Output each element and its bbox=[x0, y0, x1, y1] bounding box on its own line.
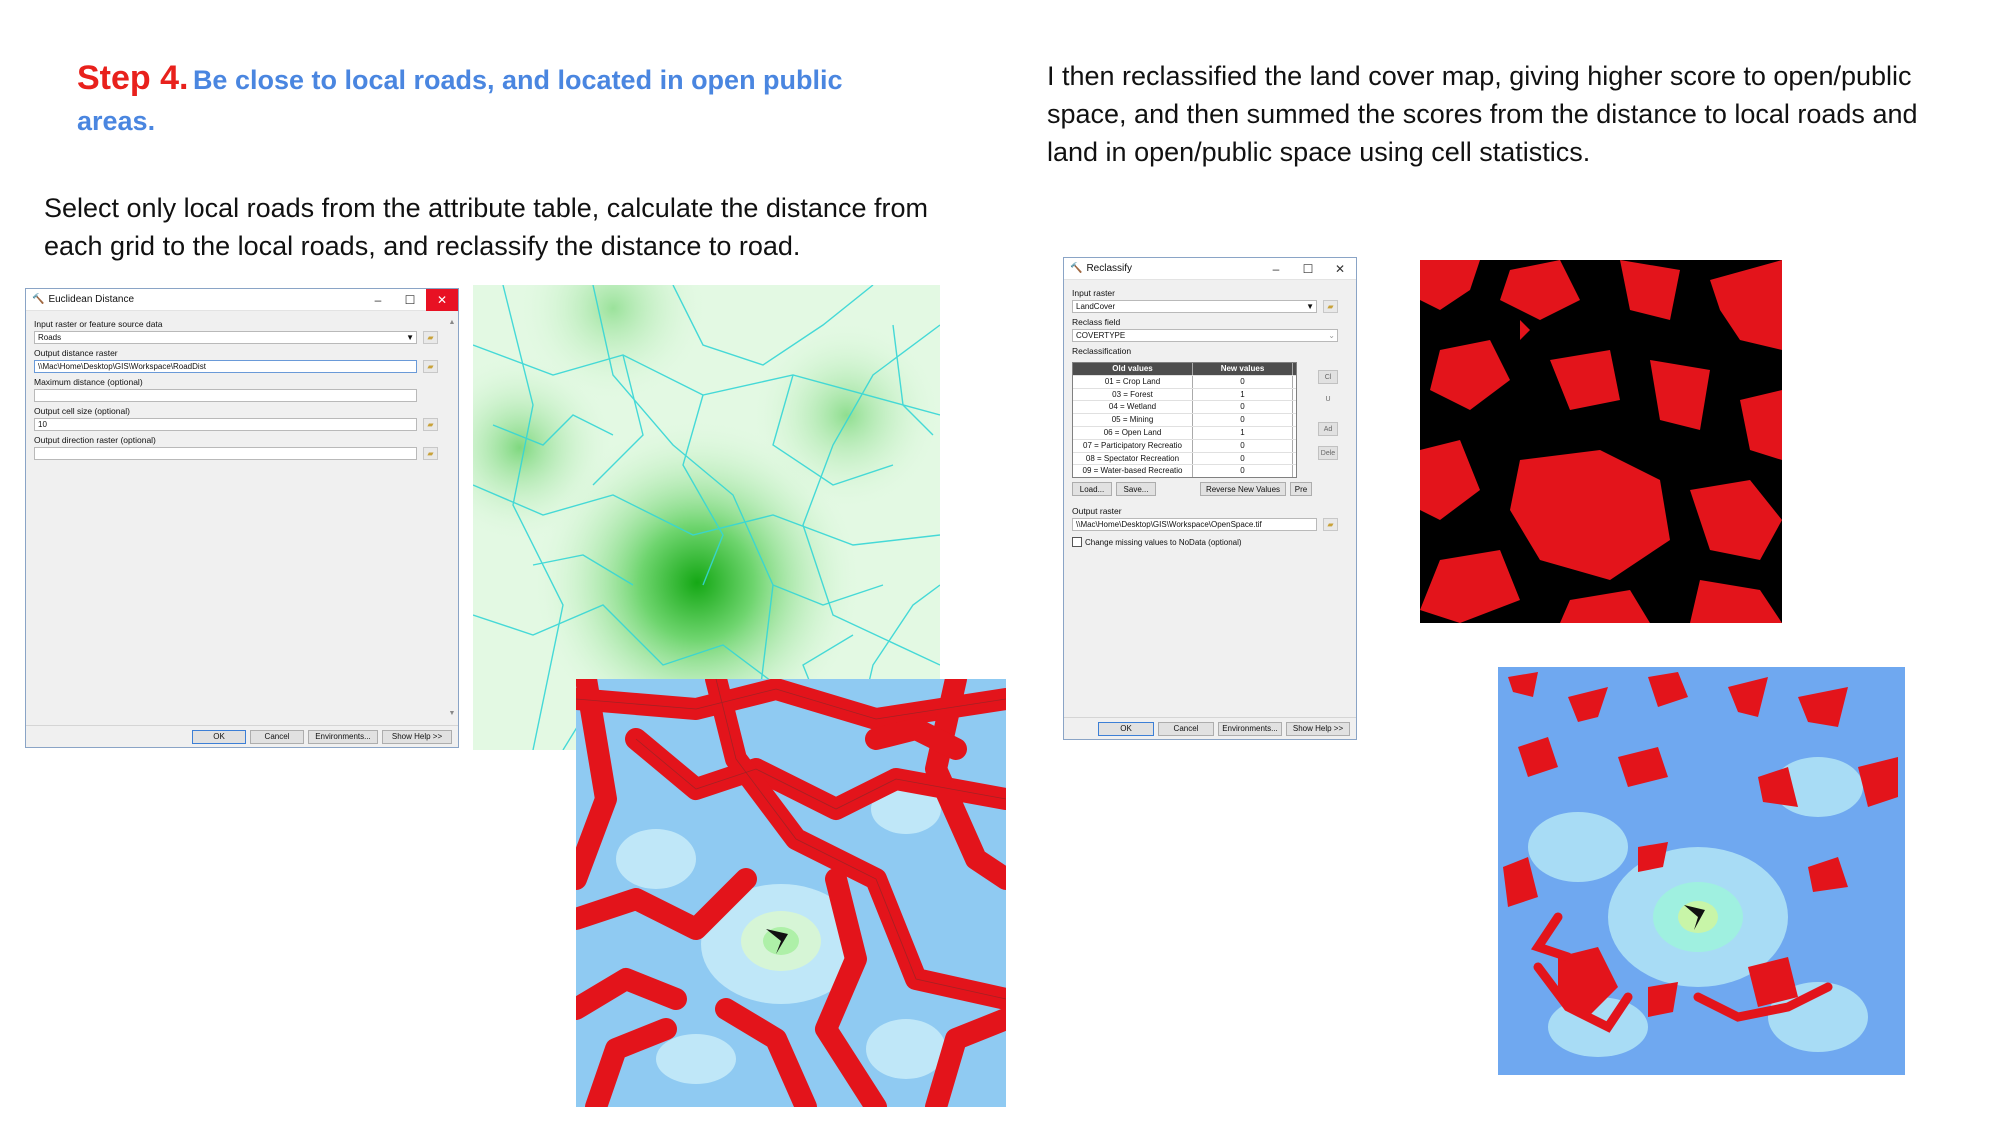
field-label-output: Output distance raster bbox=[34, 348, 118, 358]
step-number: Step 4. bbox=[77, 59, 189, 97]
field-label-direction: Output direction raster (optional) bbox=[34, 435, 156, 445]
dialog-title: 🔨 Reclassify bbox=[1070, 263, 1133, 274]
dialog-footer: OK Cancel Environments... Show Help >> bbox=[1064, 717, 1356, 739]
field-label-max-distance: Maximum distance (optional) bbox=[34, 377, 143, 387]
max-distance-input[interactable] bbox=[34, 389, 417, 402]
folder-icon[interactable]: ▰ bbox=[423, 360, 438, 373]
reclassification-label: Reclassification bbox=[1072, 346, 1132, 356]
folder-icon[interactable]: ▰ bbox=[423, 418, 438, 431]
folder-icon[interactable]: ▰ bbox=[1323, 300, 1338, 313]
ok-button[interactable]: OK bbox=[1098, 721, 1154, 736]
field-label-cell-size: Output cell size (optional) bbox=[34, 406, 130, 416]
dialog-body: Input raster or feature source data Road… bbox=[26, 311, 446, 464]
unique-button[interactable]: U bbox=[1318, 392, 1338, 406]
nodata-checkbox[interactable] bbox=[1072, 537, 1082, 547]
table-row[interactable]: 09 = Water-based Recreatio 0 bbox=[1073, 464, 1296, 478]
table-header: Old values New values bbox=[1073, 363, 1296, 375]
left-paragraph: Select only local roads from the attribu… bbox=[44, 193, 928, 261]
input-raster-label: Input raster bbox=[1072, 288, 1115, 298]
reclass-field-label: Reclass field bbox=[1072, 317, 1121, 327]
precision-button[interactable]: Pre bbox=[1290, 482, 1312, 496]
table-row[interactable]: 07 = Participatory Recreatio 0 bbox=[1073, 438, 1296, 452]
save-button[interactable]: Save... bbox=[1116, 482, 1156, 496]
delete-entry-button[interactable]: Dele bbox=[1318, 446, 1338, 460]
table-row[interactable]: 04 = Wetland 0 bbox=[1073, 400, 1296, 414]
nodata-checkbox-label: Change missing values to NoData (optiona… bbox=[1085, 537, 1242, 547]
hammer-icon: 🔨 bbox=[32, 294, 45, 305]
minimize-button[interactable]: – bbox=[1260, 258, 1292, 280]
table-row[interactable]: 06 = Open Land 1 bbox=[1073, 425, 1296, 439]
dialog-title: 🔨 Euclidean Distance bbox=[32, 294, 135, 305]
cancel-button[interactable]: Cancel bbox=[250, 729, 304, 744]
folder-icon[interactable]: ▰ bbox=[423, 447, 438, 460]
output-raster-label: Output raster bbox=[1072, 506, 1122, 516]
landcover-reclass-image bbox=[1420, 260, 1782, 623]
euclidean-distance-dialog: 🔨 Euclidean Distance – ☐ ✕ Input raster … bbox=[25, 288, 459, 748]
load-button[interactable]: Load... bbox=[1072, 482, 1112, 496]
dialog-body: Input raster LandCover ▼ ▰ Reclass field … bbox=[1064, 280, 1346, 551]
input-raster-select[interactable]: Roads ▼ bbox=[34, 331, 417, 344]
chevron-down-icon: ▼ bbox=[1306, 302, 1314, 311]
table-row[interactable]: 08 = Spectator Recreation 0 bbox=[1073, 451, 1296, 465]
minimize-button[interactable]: – bbox=[362, 289, 394, 311]
right-paragraph: I then reclassified the land cover map, … bbox=[1047, 61, 1918, 167]
show-help-button[interactable]: Show Help >> bbox=[382, 729, 452, 744]
dialog-titlebar: 🔨 Euclidean Distance – ☐ ✕ bbox=[26, 288, 458, 311]
new-values-header: New values bbox=[1193, 363, 1293, 375]
step-heading: Step 4. Be close to local roads, and loc… bbox=[77, 60, 877, 144]
direction-raster-input[interactable] bbox=[34, 447, 417, 460]
folder-icon[interactable]: ▰ bbox=[423, 331, 438, 344]
dialog-footer: OK Cancel Environments... Show Help >> bbox=[26, 725, 458, 747]
reclass-table[interactable]: Old values New values 01 = Crop Land 0 03… bbox=[1072, 362, 1297, 479]
scrollbar[interactable]: ▲ ▼ bbox=[448, 319, 456, 717]
summed-score-map bbox=[1498, 667, 1905, 1075]
reverse-values-button[interactable]: Reverse New Values bbox=[1200, 482, 1286, 496]
step-title: Be close to local roads, and located in … bbox=[77, 65, 843, 136]
summed-score-image bbox=[1498, 667, 1905, 1075]
chevron-down-icon: ⌄ bbox=[1328, 331, 1335, 340]
dialog-titlebar: 🔨 Reclassify – ☐ ✕ bbox=[1064, 258, 1356, 280]
folder-icon[interactable]: ▰ bbox=[1323, 518, 1338, 531]
old-values-header: Old values bbox=[1073, 363, 1193, 375]
show-help-button[interactable]: Show Help >> bbox=[1286, 721, 1350, 736]
hammer-icon: 🔨 bbox=[1070, 263, 1083, 274]
landcover-reclass-map bbox=[1420, 260, 1782, 623]
environments-button[interactable]: Environments... bbox=[1218, 721, 1282, 736]
output-raster-input[interactable]: \\Mac\Home\Desktop\GIS\Workspace\OpenSpa… bbox=[1072, 518, 1317, 531]
ok-button[interactable]: OK bbox=[192, 729, 246, 744]
reclass-field-select[interactable]: COVERTYPE ⌄ bbox=[1072, 329, 1338, 342]
close-button[interactable]: ✕ bbox=[426, 288, 458, 311]
reclassified-distance-map bbox=[576, 679, 1006, 1107]
close-button[interactable]: ✕ bbox=[1324, 258, 1356, 280]
reclassify-dialog: 🔨 Reclassify – ☐ ✕ Input raster LandCove… bbox=[1063, 257, 1357, 740]
classify-button[interactable]: Cl bbox=[1318, 370, 1338, 384]
table-row[interactable]: 05 = Mining 0 bbox=[1073, 413, 1296, 426]
field-label-input: Input raster or feature source data bbox=[34, 319, 163, 329]
table-row[interactable]: 01 = Crop Land 0 bbox=[1073, 374, 1296, 388]
cell-size-input[interactable]: 10 bbox=[34, 418, 417, 431]
maximize-button[interactable]: ☐ bbox=[1292, 258, 1324, 280]
input-raster-select[interactable]: LandCover ▼ bbox=[1072, 300, 1317, 313]
chevron-down-icon: ▼ bbox=[406, 333, 414, 342]
reclassified-distance-image bbox=[576, 679, 1006, 1107]
cancel-button[interactable]: Cancel bbox=[1158, 721, 1214, 736]
environments-button[interactable]: Environments... bbox=[308, 729, 378, 744]
add-entry-button[interactable]: Ad bbox=[1318, 422, 1338, 436]
output-raster-input[interactable]: \\Mac\Home\Desktop\GIS\Workspace\RoadDis… bbox=[34, 360, 417, 373]
table-row[interactable]: 03 = Forest 1 bbox=[1073, 387, 1296, 401]
maximize-button[interactable]: ☐ bbox=[394, 289, 426, 311]
